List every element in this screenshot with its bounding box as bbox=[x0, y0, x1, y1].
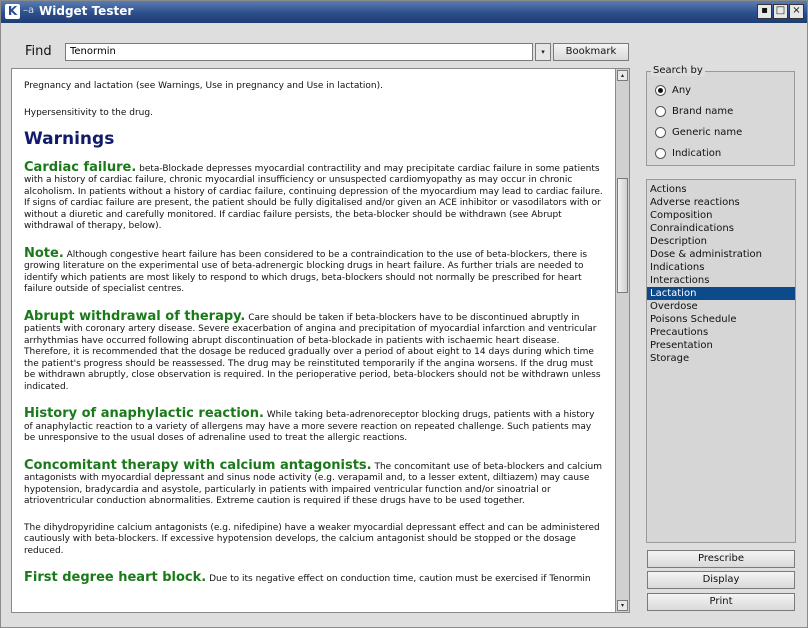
find-input[interactable]: Tenormin bbox=[65, 43, 533, 61]
find-dropdown-icon[interactable]: ▾ bbox=[535, 43, 551, 61]
topic-item-description[interactable]: Description bbox=[647, 235, 795, 248]
topic-item-adverse-reactions[interactable]: Adverse reactions bbox=[647, 196, 795, 209]
topic-item-conraindications[interactable]: Conraindications bbox=[647, 222, 795, 235]
warning-section: Concomitant therapy with calcium antagon… bbox=[24, 457, 603, 508]
warning-text: Due to its negative effect on conduction… bbox=[206, 574, 591, 584]
search-by-legend: Search by bbox=[651, 65, 705, 76]
warning-title: Cardiac failure. bbox=[24, 159, 137, 175]
warning-text: Care should be taken if beta-blockers ha… bbox=[24, 312, 601, 392]
warning-title: Abrupt withdrawal of therapy. bbox=[24, 308, 246, 324]
warning-title: History of anaphylactic reaction. bbox=[24, 406, 264, 421]
radio-icon[interactable] bbox=[655, 126, 666, 138]
document-view[interactable]: Pregnancy and lactation (see Warnings, U… bbox=[11, 68, 616, 613]
topic-item-actions[interactable]: Actions bbox=[647, 183, 795, 196]
search-option-brand-name[interactable]: Brand name bbox=[655, 103, 733, 119]
scroll-down-icon[interactable]: ▾ bbox=[617, 600, 628, 611]
topic-item-precautions[interactable]: Precautions bbox=[647, 326, 795, 339]
warning-title: Note. bbox=[24, 245, 64, 261]
paragraph: Hypersensitivity to the drug. bbox=[24, 107, 153, 118]
display-button[interactable]: Display bbox=[647, 571, 795, 589]
window-title: Widget Tester bbox=[39, 4, 134, 18]
topic-list[interactable]: Actions Adverse reactions Composition Conra… bbox=[646, 179, 796, 543]
find-label: Find bbox=[25, 44, 52, 59]
warning-text: Although congestive heart failure has be… bbox=[24, 249, 588, 295]
search-option-any[interactable]: Any bbox=[655, 82, 691, 98]
radio-icon[interactable] bbox=[655, 84, 666, 96]
warning-section: Abrupt withdrawal of therapy. Care shoul… bbox=[24, 308, 603, 394]
radio-label: Any bbox=[672, 84, 692, 96]
minimize-button[interactable]: ▪ bbox=[757, 4, 772, 19]
topic-item-presentation[interactable]: Presentation bbox=[647, 339, 795, 352]
topic-item-storage[interactable]: Storage bbox=[647, 352, 795, 365]
prescribe-button[interactable]: Prescribe bbox=[647, 550, 795, 568]
content-scrollbar[interactable]: ▴ ▾ bbox=[616, 68, 630, 613]
scroll-thumb[interactable] bbox=[617, 178, 628, 293]
warning-section: Note. Although congestive heart failure … bbox=[24, 245, 603, 296]
topic-item-lactation[interactable]: Lactation bbox=[647, 287, 795, 300]
search-option-indication[interactable]: Indication bbox=[655, 145, 721, 161]
warning-section: History of anaphylactic reaction. While … bbox=[24, 406, 603, 445]
close-button[interactable]: × bbox=[789, 4, 804, 19]
search-by-group: Search by Any Brand name Generic name Indic… bbox=[646, 65, 795, 166]
app-window: K –a Widget Tester ▪ □ × Find Tenormin ▾… bbox=[0, 0, 808, 628]
warning-title: Concomitant therapy with calcium antagon… bbox=[24, 457, 372, 473]
section-heading: Warnings bbox=[24, 129, 115, 149]
warning-section: Cardiac failure. beta-Blockade depresses… bbox=[24, 159, 603, 233]
topic-item-poisons-schedule[interactable]: Poisons Schedule bbox=[647, 313, 795, 326]
bookmark-button[interactable]: Bookmark bbox=[553, 43, 629, 61]
radio-label: Brand name bbox=[672, 105, 734, 117]
topic-item-composition[interactable]: Composition bbox=[647, 209, 795, 222]
warning-section: First degree heart block. Due to its neg… bbox=[24, 570, 603, 586]
warning-title: First degree heart block. bbox=[24, 570, 207, 585]
scroll-up-icon[interactable]: ▴ bbox=[617, 70, 628, 81]
topic-item-overdose[interactable]: Overdose bbox=[647, 300, 795, 313]
paragraph: Pregnancy and lactation (see Warnings, U… bbox=[24, 81, 383, 91]
maximize-button[interactable]: □ bbox=[773, 4, 788, 19]
pin-icon[interactable]: –a bbox=[23, 6, 35, 16]
search-option-generic-name[interactable]: Generic name bbox=[655, 124, 742, 140]
radio-icon[interactable] bbox=[655, 147, 666, 159]
print-button[interactable]: Print bbox=[647, 593, 795, 611]
radio-label: Generic name bbox=[672, 126, 743, 138]
radio-icon[interactable] bbox=[655, 105, 666, 117]
paragraph: The dihydropyridine calcium antagonists … bbox=[24, 522, 600, 556]
topic-item-interactions[interactable]: Interactions bbox=[647, 274, 795, 287]
topic-item-indications[interactable]: Indications bbox=[647, 261, 795, 274]
topic-item-dose-administration[interactable]: Dose & administration bbox=[647, 248, 795, 261]
app-logo-icon: K bbox=[5, 4, 20, 19]
title-bar[interactable]: K –a Widget Tester ▪ □ × bbox=[1, 1, 807, 23]
radio-label: Indication bbox=[672, 147, 722, 159]
